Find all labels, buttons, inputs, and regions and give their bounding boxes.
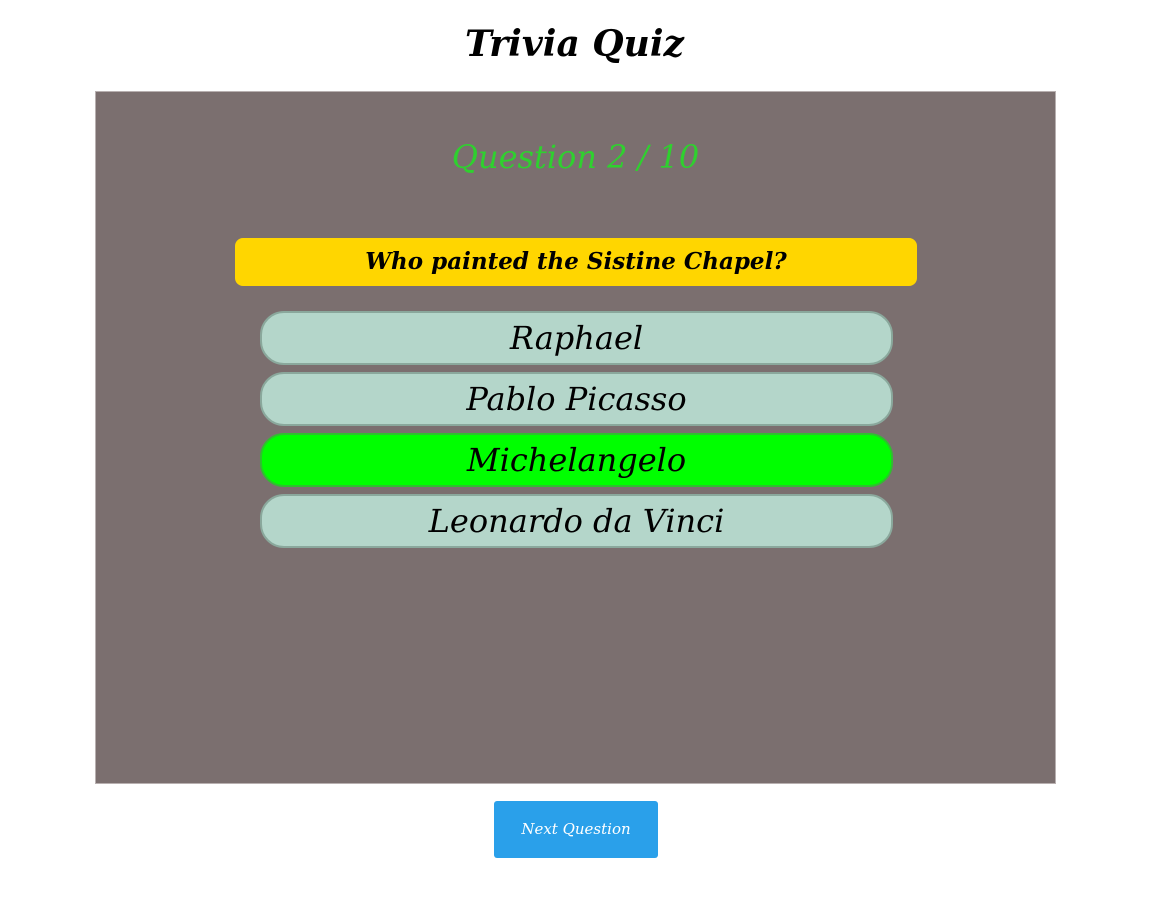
page-title: Trivia Quiz: [465, 23, 684, 65]
answer-option-leonardo-da-vinci[interactable]: Leonardo da Vinci: [260, 494, 893, 548]
question-text: Who painted the Sistine Chapel?: [235, 238, 917, 286]
next-question-button[interactable]: Next Question: [494, 801, 658, 858]
answer-option-pablo-picasso[interactable]: Pablo Picasso: [260, 372, 893, 426]
question-counter: Question 2 / 10: [451, 138, 700, 176]
quiz-panel: Question 2 / 10 Who painted the Sistine …: [95, 91, 1056, 784]
answer-option-michelangelo[interactable]: Michelangelo: [260, 433, 893, 487]
answer-option-raphael[interactable]: Raphael: [260, 311, 893, 365]
